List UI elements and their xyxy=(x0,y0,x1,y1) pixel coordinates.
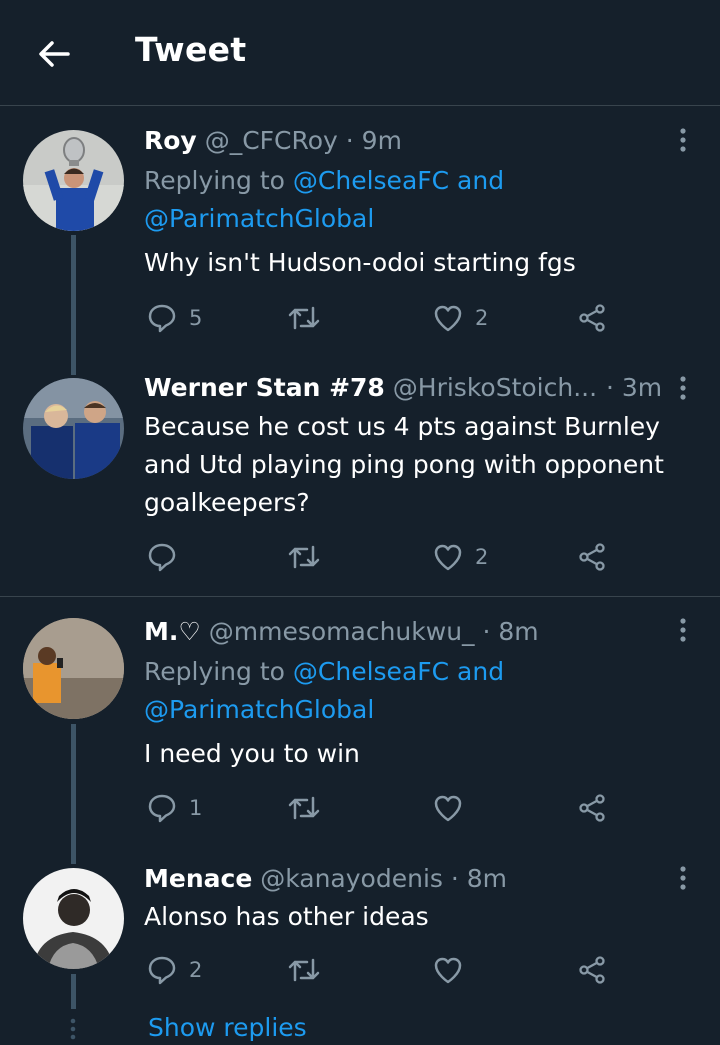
mention-link[interactable]: @ChelseaFC and xyxy=(293,166,504,195)
share-icon xyxy=(579,543,605,571)
reply-icon xyxy=(148,794,176,823)
retweet-button[interactable] xyxy=(287,955,321,985)
retweet-icon xyxy=(288,796,320,820)
reply-icon xyxy=(148,956,176,985)
page-title: Tweet xyxy=(135,30,247,69)
mention-link[interactable]: @ParimatchGlobal xyxy=(144,695,374,724)
like-icon xyxy=(434,305,462,332)
avatar[interactable] xyxy=(23,618,124,719)
mention-link[interactable]: @ParimatchGlobal xyxy=(144,204,374,233)
share-button[interactable] xyxy=(577,303,607,333)
display-name[interactable]: Menace xyxy=(144,864,252,893)
handle[interactable]: @_CFCRoy xyxy=(205,126,338,155)
reply-icon xyxy=(148,543,176,572)
tweet-text: Alonso has other ideas xyxy=(144,902,429,931)
reply-count: 1 xyxy=(189,796,203,820)
back-arrow-icon[interactable] xyxy=(34,34,74,74)
tweet-text: Why isn't Hudson-odoi starting fgs xyxy=(144,248,576,277)
thread-line xyxy=(71,235,76,375)
replying-to: Replying to @ChelseaFC and xyxy=(144,657,504,686)
share-icon xyxy=(579,956,605,984)
retweet-icon xyxy=(288,306,320,330)
tweet-header: Menace @kanayodenis · 8m xyxy=(144,864,507,893)
thread-line xyxy=(71,974,76,1009)
share-button[interactable] xyxy=(577,955,607,985)
like-button[interactable] xyxy=(433,793,475,823)
reply-count: 2 xyxy=(189,958,203,982)
handle[interactable]: @kanayodenis xyxy=(260,864,443,893)
like-icon xyxy=(434,957,462,984)
reply-button[interactable]: 1 xyxy=(147,793,202,823)
share-icon xyxy=(579,794,605,822)
more-vertical-icon[interactable] xyxy=(679,617,687,643)
replying-to: Replying to @ChelseaFC and xyxy=(144,166,504,195)
reply-button[interactable]: 2 xyxy=(147,955,202,985)
reply-button[interactable]: 5 xyxy=(147,303,202,333)
retweet-button[interactable] xyxy=(287,542,321,572)
show-replies-link[interactable]: Show replies xyxy=(148,1013,307,1042)
like-count: 2 xyxy=(475,306,489,330)
tweet-header: M.♡ @mmesomachukwu_ · 8m xyxy=(144,617,539,646)
like-icon xyxy=(434,544,462,571)
like-button[interactable]: 2 xyxy=(433,542,488,572)
thread-line xyxy=(71,724,76,864)
timestamp[interactable]: · 8m xyxy=(451,864,507,893)
timestamp[interactable]: · 3m xyxy=(606,373,662,402)
like-count: 2 xyxy=(475,545,489,569)
more-vertical-icon[interactable] xyxy=(679,865,687,891)
share-button[interactable] xyxy=(577,793,607,823)
mention-link[interactable]: @ChelseaFC and xyxy=(293,657,504,686)
reply-icon xyxy=(148,304,176,333)
top-bar: Tweet xyxy=(0,0,720,106)
reply-count: 5 xyxy=(189,306,203,330)
share-icon xyxy=(579,304,605,332)
handle[interactable]: @mmesomachukwu_ xyxy=(209,617,475,646)
more-vertical-icon[interactable] xyxy=(679,127,687,153)
like-button[interactable] xyxy=(433,955,475,985)
reply-button[interactable] xyxy=(147,542,189,572)
avatar[interactable] xyxy=(23,868,124,969)
more-vertical-icon[interactable] xyxy=(679,375,687,401)
retweet-button[interactable] xyxy=(287,303,321,333)
tweet-text: I need you to win xyxy=(144,739,360,768)
replying-to-label: Replying to xyxy=(144,166,285,195)
retweet-icon xyxy=(288,545,320,569)
timestamp[interactable]: · 8m xyxy=(483,617,539,646)
display-name[interactable]: M.♡ xyxy=(144,617,201,646)
tweet-text-line: Because he cost us 4 pts against Burnley xyxy=(144,412,660,441)
like-icon xyxy=(434,795,462,822)
like-button[interactable]: 2 xyxy=(433,303,488,333)
retweet-button[interactable] xyxy=(287,793,321,823)
replying-to-line2: @ParimatchGlobal xyxy=(144,204,374,233)
display-name[interactable]: Werner Stan #78 xyxy=(144,373,385,402)
share-button[interactable] xyxy=(577,542,607,572)
tweet-text-line: goalkeepers? xyxy=(144,488,310,517)
tweet-text-line: and Utd playing ping pong with opponent xyxy=(144,450,664,479)
timestamp[interactable]: · 9m xyxy=(346,126,402,155)
tweet-header: Roy @_CFCRoy · 9m xyxy=(144,126,402,155)
more-replies-dots-icon xyxy=(69,1018,77,1040)
display-name[interactable]: Roy xyxy=(144,126,197,155)
replying-to-line2: @ParimatchGlobal xyxy=(144,695,374,724)
avatar[interactable] xyxy=(23,130,124,231)
divider xyxy=(0,596,720,597)
retweet-icon xyxy=(288,958,320,982)
handle[interactable]: @HriskoStoich... xyxy=(393,373,597,402)
tweet-header: Werner Stan #78 @HriskoStoich... xyxy=(144,373,597,402)
replying-to-label: Replying to xyxy=(144,657,285,686)
avatar[interactable] xyxy=(23,378,124,479)
